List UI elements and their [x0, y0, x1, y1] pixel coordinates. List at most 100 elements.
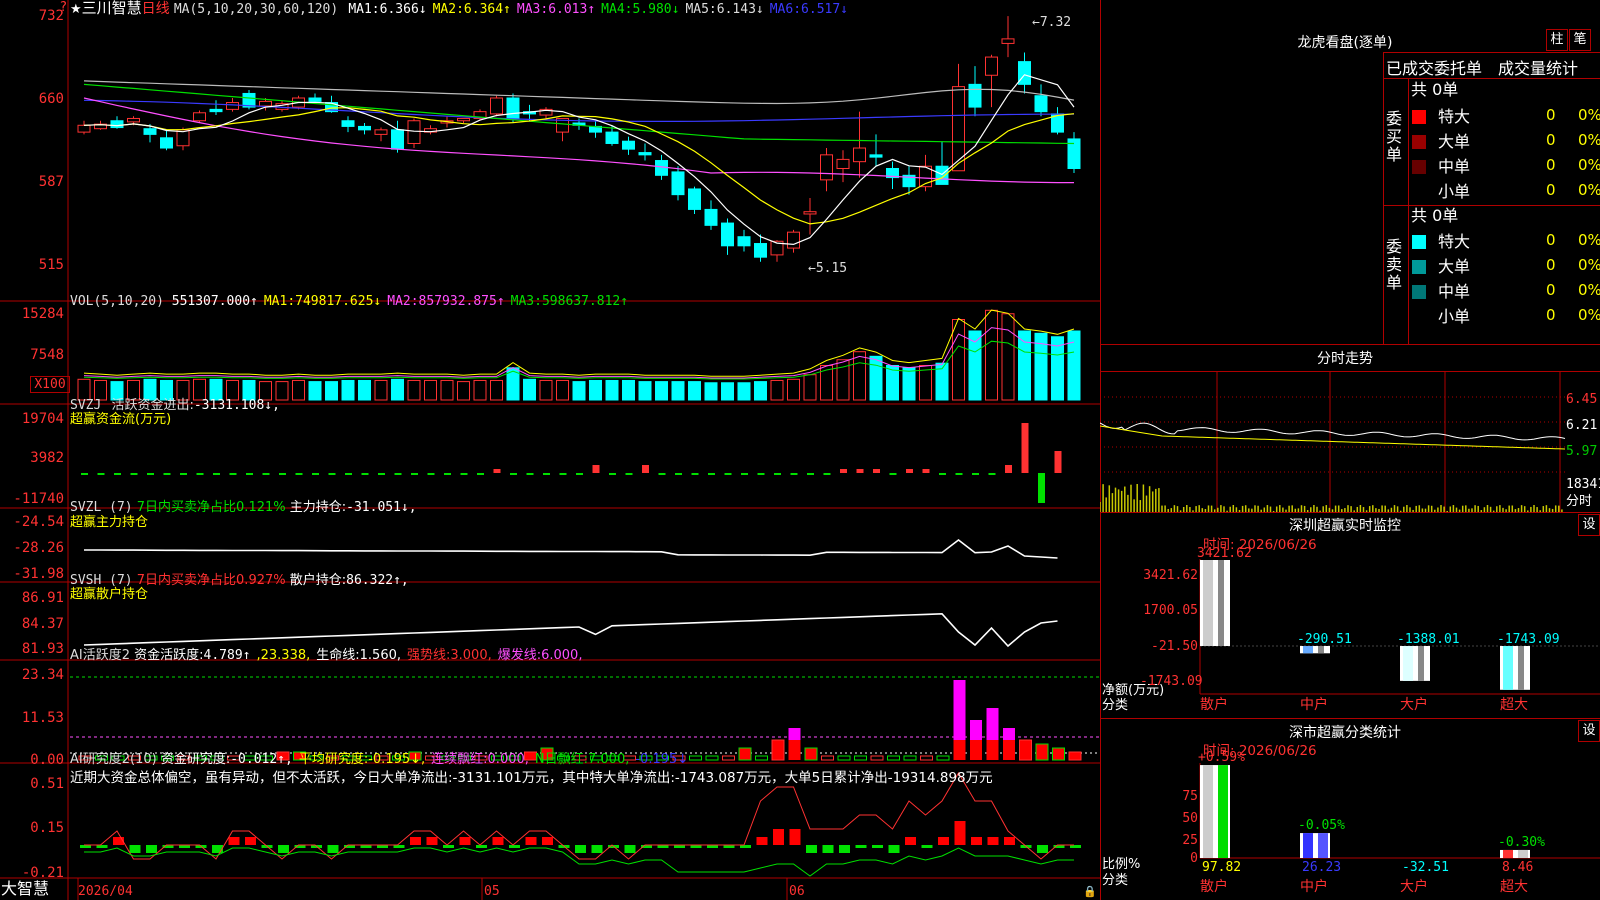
flow-dash-41	[741, 473, 748, 475]
ai-research-header: AI研究度2(10) 资金研究度:-0.012↑, 平均研究度:-0.195↓, 连…	[70, 752, 689, 767]
ai-activity-y-tick-1: 23.34	[21, 667, 64, 683]
volume-bar-22	[424, 379, 437, 401]
ai-research-bar-32	[591, 845, 603, 853]
volume-bar-19	[374, 379, 388, 401]
szm-bar-3	[1400, 646, 1430, 681]
candle-body-35	[638, 152, 652, 156]
main-y-tick-1: 732	[38, 8, 64, 24]
szm-y-tick-2: 1700.05	[1143, 603, 1198, 618]
flow-dash-39	[708, 473, 715, 475]
ai-activity-y-tick-2: 11.53	[21, 710, 64, 726]
ai-research-bar-59	[1037, 845, 1048, 853]
szc-category-4: 超大	[1500, 879, 1528, 895]
candle-body-19	[374, 129, 388, 135]
flow-dash-21	[411, 473, 418, 475]
svzj-subtitle: 超赢资金流(万元)	[70, 412, 172, 427]
sell-row-value-4: 0	[1546, 306, 1556, 324]
ai-research-bar-5	[146, 845, 157, 853]
svsh-y-tick-3: 81.93	[21, 641, 64, 657]
ai-research-bar-4	[129, 845, 141, 853]
candle-body-49	[869, 154, 883, 158]
candle-body-10	[226, 102, 239, 110]
flow-dash-17	[345, 473, 352, 475]
volume-bar-18	[358, 379, 371, 401]
volume-bar-31	[572, 381, 586, 401]
tab-volume-stats[interactable]: 成交量统计	[1498, 55, 1578, 79]
ai-activity-bar-50	[887, 755, 900, 761]
flow-bar-14	[295, 473, 303, 475]
buy-swatch-3	[1412, 160, 1426, 174]
volume-bar-20	[391, 378, 404, 401]
volume-bar-58	[1018, 330, 1031, 401]
flow-dash-4	[130, 473, 138, 475]
ai-research-bar-23	[443, 845, 454, 848]
ai-activity-y-tick-3: 0.00	[30, 752, 64, 768]
candle-body-55	[968, 83, 982, 108]
svzj-y-tick-1: 19704	[21, 411, 64, 427]
ai-research-bar-52	[921, 845, 933, 848]
flow-bar-50	[889, 473, 897, 475]
szc-bar-1	[1200, 765, 1230, 858]
volume-bar-54	[952, 319, 965, 401]
szm-bar-value-1: 3421.62	[1197, 546, 1252, 561]
flow-bar-51	[906, 469, 913, 473]
ma-value-4: MA4:5.980↓	[601, 2, 680, 17]
szc-y-tick-3: 25	[1182, 833, 1198, 848]
volume-bar-29	[539, 379, 553, 401]
candle-body-53	[935, 165, 949, 185]
szc-y-tick-2: 50	[1182, 811, 1198, 826]
bar-mode-button[interactable]: 柱	[1546, 29, 1568, 51]
flow-dash-46	[823, 473, 831, 475]
flow-dash-53	[939, 473, 946, 475]
ai-research-bar-55	[971, 837, 982, 845]
favorite-star-icon[interactable]: ★	[70, 2, 82, 17]
tab-orders[interactable]: 委托单	[1434, 55, 1482, 79]
ai-research-bar-45	[806, 845, 817, 853]
ai-research-bar-26	[492, 837, 504, 845]
intraday-chart[interactable]	[1100, 372, 1600, 512]
flow-bar-58	[1021, 423, 1029, 473]
flow-bar-29	[543, 473, 550, 475]
flow-bar-10	[229, 473, 237, 475]
ai-activity-item-4: 爆发线:6.000,	[497, 648, 583, 663]
ai-research-item-3: N日飘红:7.000,	[534, 752, 630, 767]
ai-activity-bar-59	[1035, 743, 1049, 761]
volume-bar-42	[754, 381, 767, 401]
szc-y-tick-4: 0	[1190, 851, 1198, 866]
szc-bar-value-1: 97.82	[1202, 860, 1242, 875]
volume-bar-38	[688, 381, 701, 401]
flow-dash-37	[675, 473, 682, 475]
flow-dash-22	[427, 473, 435, 475]
flow-dash-42	[757, 473, 765, 475]
buy-orders-label: 委买单	[1386, 109, 1403, 164]
volume-bar-21	[407, 379, 421, 401]
volume-bar-40	[721, 382, 734, 401]
buy-row-name-2: 大单	[1438, 132, 1471, 151]
tab-traded[interactable]: 已成交	[1386, 55, 1434, 79]
szc-bar-pct-4: -0.30%	[1498, 834, 1545, 850]
ai-activity-bar-47	[837, 755, 851, 761]
ma-label: MA(5,10,20,30,60,120)	[173, 2, 339, 17]
flow-bar-56	[988, 473, 996, 475]
volume-bar-51	[902, 367, 916, 401]
ai-research-bar-11	[245, 837, 256, 845]
volume-bar-32	[589, 379, 602, 401]
volume-bar-41	[737, 382, 751, 401]
ai-research-bar-53	[938, 837, 949, 845]
szc-bar-pct-2: -0.05%	[1298, 818, 1345, 834]
lock-icon[interactable]: 🔒	[1083, 884, 1097, 899]
ai-research-bar-22	[426, 837, 438, 845]
buy-row-value-1: 0	[1546, 106, 1556, 124]
szc-category-3: 大户	[1400, 879, 1428, 895]
szm-y-tick-1: 3421.62	[1143, 568, 1198, 583]
flow-bar-52	[922, 469, 930, 473]
flow-dash-9	[213, 473, 220, 475]
szm-bar-1	[1200, 560, 1230, 646]
candle-body-6	[160, 137, 173, 149]
ai-research-item-2: 连续飘红:0.000,	[431, 752, 529, 767]
tick-mode-button[interactable]: 笔	[1569, 29, 1591, 51]
period-label[interactable]: 日线	[142, 1, 170, 17]
vol-ma-value-2: MA2:857932.875↑	[387, 294, 505, 309]
sz-class-xlabel: 分类	[1102, 873, 1129, 888]
szm-bar-4	[1500, 646, 1530, 690]
